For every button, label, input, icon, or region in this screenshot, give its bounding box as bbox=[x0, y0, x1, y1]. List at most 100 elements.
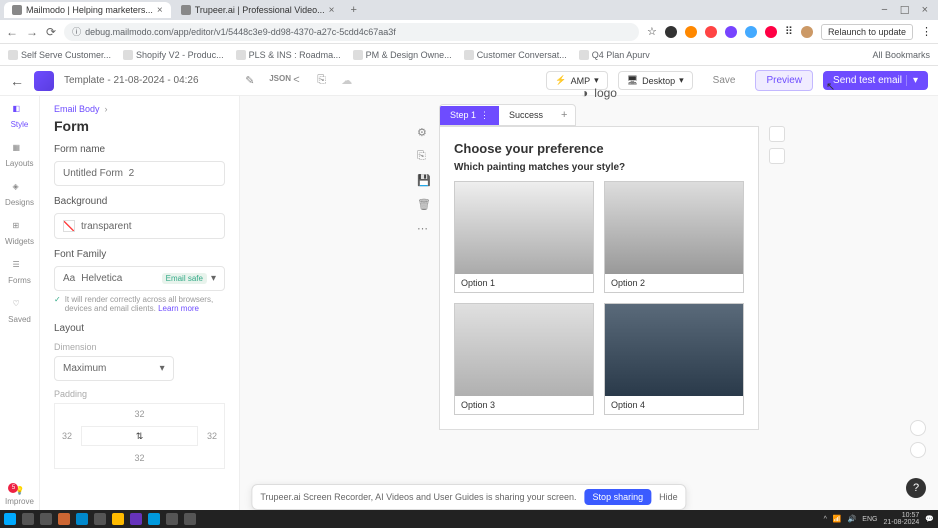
profile-avatar[interactable] bbox=[801, 26, 813, 38]
step-menu-icon[interactable]: ⋮ bbox=[480, 110, 489, 121]
settings-icon[interactable]: ⚙ bbox=[417, 126, 431, 140]
option-card[interactable]: Option 4 bbox=[604, 303, 744, 415]
padding-control[interactable]: 32 32⇅32 32 bbox=[54, 403, 225, 469]
email-safe-badge: Email safe bbox=[162, 273, 207, 284]
browser-tab-active[interactable]: Mailmodo | Helping marketers... × bbox=[4, 2, 171, 18]
extension-icon[interactable] bbox=[745, 26, 757, 38]
notifications-icon[interactable]: 💬 bbox=[925, 515, 934, 523]
comment-icon[interactable] bbox=[769, 126, 785, 142]
new-tab-button[interactable]: + bbox=[345, 4, 363, 16]
start-icon[interactable] bbox=[4, 513, 16, 525]
option-card[interactable]: Option 2 bbox=[604, 181, 744, 293]
all-bookmarks-button[interactable]: All Bookmarks bbox=[872, 50, 930, 60]
font-family-select[interactable]: AaHelvetica Email safe▾ bbox=[54, 266, 225, 291]
extension-icon[interactable] bbox=[665, 26, 677, 38]
bookmark-item[interactable]: Shopify V2 - Produc... bbox=[123, 50, 224, 60]
undo-icon[interactable] bbox=[910, 420, 926, 436]
rail-item-saved[interactable]: ♡Saved bbox=[8, 299, 31, 324]
tab-title: Trupeer.ai | Professional Video... bbox=[195, 5, 325, 15]
padding-right[interactable]: 32 bbox=[200, 426, 224, 446]
bookmark-item[interactable]: PLS & INS : Roadma... bbox=[236, 50, 341, 60]
search-icon[interactable] bbox=[22, 513, 34, 525]
rail-item-widgets[interactable]: ⊞Widgets bbox=[5, 221, 34, 246]
padding-bottom[interactable]: 32 bbox=[81, 448, 198, 468]
hide-button[interactable]: Hide bbox=[659, 492, 678, 502]
extensions-icon[interactable]: ⠿ bbox=[785, 25, 793, 38]
help-button[interactable]: ? bbox=[906, 478, 926, 498]
redo-icon[interactable] bbox=[910, 442, 926, 458]
option-card[interactable]: Option 3 bbox=[454, 303, 594, 415]
delete-icon[interactable]: 🗑 bbox=[417, 198, 431, 212]
site-info-icon[interactable]: ⓘ bbox=[72, 25, 81, 38]
minimize-icon[interactable]: − bbox=[881, 4, 887, 17]
wifi-icon[interactable]: 📶 bbox=[833, 515, 842, 523]
padding-top[interactable]: 32 bbox=[81, 404, 198, 424]
extension-icon[interactable] bbox=[725, 26, 737, 38]
taskbar-app-icon[interactable] bbox=[112, 513, 124, 525]
url-input[interactable]: ⓘ debug.mailmodo.com/app/editor/v1/5448c… bbox=[64, 23, 639, 41]
background-select[interactable]: transparent bbox=[54, 213, 225, 239]
back-icon[interactable]: ← bbox=[6, 25, 18, 39]
taskbar-app-icon[interactable] bbox=[184, 513, 196, 525]
chevron-down-icon[interactable]: ▾ bbox=[906, 75, 918, 86]
json-icon[interactable]: JSON bbox=[269, 74, 283, 88]
reload-icon[interactable]: ⟳ bbox=[46, 25, 56, 39]
add-step-button[interactable]: + bbox=[553, 109, 575, 121]
maximize-icon[interactable]: ☐ bbox=[900, 4, 910, 17]
email-canvas[interactable]: Choose your preference Which painting ma… bbox=[439, 126, 759, 430]
step-tab[interactable]: Success bbox=[499, 106, 553, 124]
preview-button[interactable]: Preview bbox=[755, 70, 813, 91]
dimension-select[interactable]: Maximum▾ bbox=[54, 356, 174, 381]
extension-icon[interactable] bbox=[705, 26, 717, 38]
stop-sharing-button[interactable]: Stop sharing bbox=[585, 489, 652, 505]
taskbar-app-icon[interactable] bbox=[148, 513, 160, 525]
taskbar-app-icon[interactable] bbox=[58, 513, 70, 525]
form-name-input[interactable] bbox=[54, 161, 225, 186]
export-icon[interactable]: ⎘ bbox=[317, 74, 331, 88]
menu-icon[interactable]: ⋮ bbox=[921, 25, 932, 38]
tray-icon[interactable]: ^ bbox=[824, 516, 827, 523]
close-icon[interactable]: × bbox=[329, 5, 335, 16]
copy-icon[interactable]: ⎘ bbox=[417, 150, 431, 164]
rail-item-improve[interactable]: 💡5 Improve bbox=[5, 486, 34, 506]
bookmark-item[interactable]: Self Serve Customer... bbox=[8, 50, 111, 60]
bookmark-item[interactable]: Customer Conversat... bbox=[464, 50, 567, 60]
forward-icon[interactable]: → bbox=[26, 25, 38, 39]
rail-item-layouts[interactable]: ▦Layouts bbox=[5, 143, 33, 168]
padding-left[interactable]: 32 bbox=[55, 426, 79, 446]
extension-icon[interactable] bbox=[765, 26, 777, 38]
canvas-toolbar: ⚙ ⎘ 💾 🗑 ⋯ bbox=[417, 126, 431, 236]
layer-icon[interactable] bbox=[769, 148, 785, 164]
option-card[interactable]: Option 1 bbox=[454, 181, 594, 293]
rail-item-forms[interactable]: ☰Forms bbox=[8, 260, 31, 285]
close-icon[interactable]: × bbox=[157, 5, 163, 16]
taskbar-app-icon[interactable] bbox=[130, 513, 142, 525]
taskbar-app-icon[interactable] bbox=[94, 513, 106, 525]
learn-more-link[interactable]: Learn more bbox=[158, 304, 199, 313]
rail-item-designs[interactable]: ◈Designs bbox=[5, 182, 34, 207]
link-icon[interactable]: ⇅ bbox=[81, 426, 198, 446]
breadcrumb-parent[interactable]: Email Body bbox=[54, 104, 100, 114]
save-icon[interactable]: 💾 bbox=[417, 174, 431, 188]
back-arrow-icon[interactable]: ← bbox=[10, 73, 24, 89]
close-window-icon[interactable]: × bbox=[922, 4, 928, 17]
star-icon[interactable]: ☆ bbox=[647, 25, 657, 38]
taskbar-app-icon[interactable] bbox=[76, 513, 88, 525]
extension-icon[interactable] bbox=[685, 26, 697, 38]
task-view-icon[interactable] bbox=[40, 513, 52, 525]
rail-item-style[interactable]: ◧Style bbox=[11, 104, 29, 129]
edit-icon[interactable]: ✎ bbox=[245, 74, 259, 88]
language-indicator[interactable]: ENG bbox=[862, 516, 877, 523]
more-icon[interactable]: ⋯ bbox=[417, 222, 431, 236]
clock-date: 21-08-2024 bbox=[883, 519, 919, 526]
step-tab-active[interactable]: Step 1⋮ bbox=[440, 106, 499, 125]
app-logo[interactable] bbox=[34, 71, 54, 91]
browser-tab[interactable]: Trupeer.ai | Professional Video... × bbox=[173, 2, 343, 18]
volume-icon[interactable]: 🔊 bbox=[848, 515, 857, 523]
taskbar-app-icon[interactable] bbox=[166, 513, 178, 525]
bookmark-item[interactable]: Q4 Plan Apurv bbox=[579, 50, 650, 60]
bookmark-item[interactable]: PM & Design Owne... bbox=[353, 50, 452, 60]
send-test-email-button[interactable]: Send test email ▾ bbox=[823, 71, 928, 90]
relaunch-button[interactable]: Relaunch to update bbox=[821, 24, 913, 40]
share-icon[interactable]: < bbox=[293, 74, 307, 88]
